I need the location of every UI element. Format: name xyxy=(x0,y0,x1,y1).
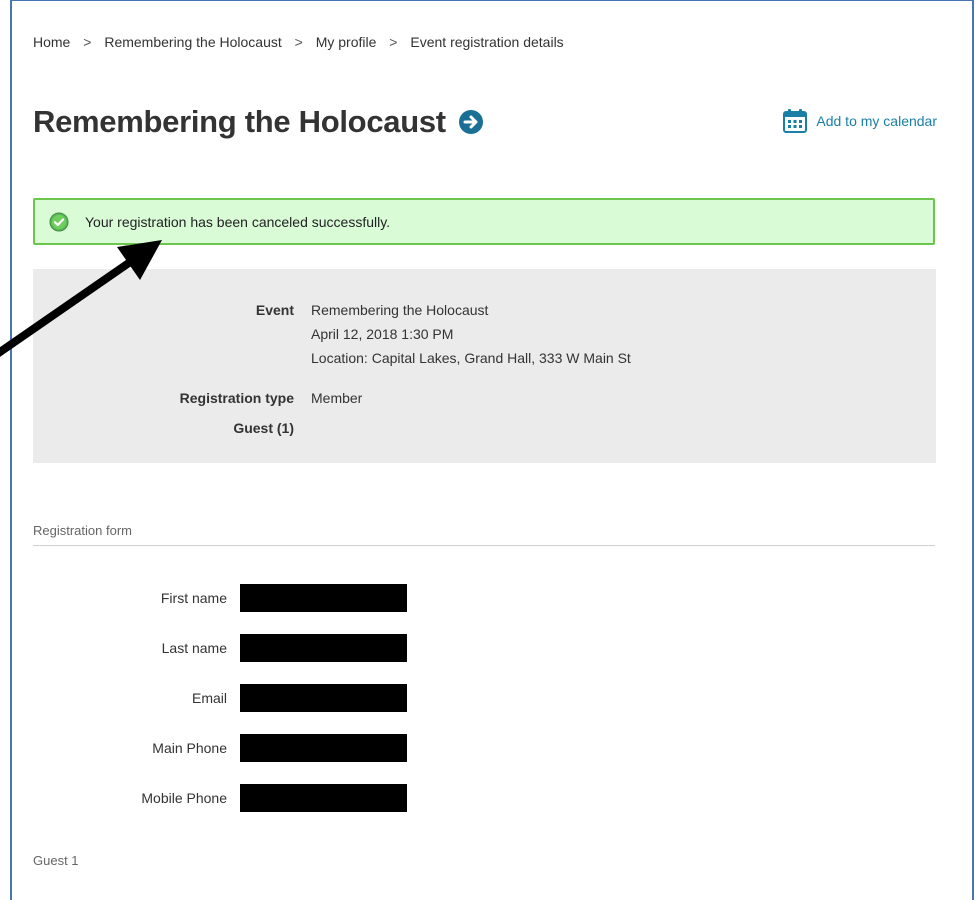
registration-form-heading: Registration form xyxy=(33,523,132,538)
breadcrumb-event[interactable]: Remembering the Holocaust xyxy=(104,34,281,50)
email-value-redacted xyxy=(240,684,407,712)
first-name-value-redacted xyxy=(240,584,407,612)
breadcrumb-separator: > xyxy=(294,34,303,50)
form-row-email: Email xyxy=(33,684,407,712)
form-row-last-name: Last name xyxy=(33,634,407,662)
registration-type-value: Member xyxy=(311,390,363,406)
event-name: Remembering the Holocaust xyxy=(311,302,489,318)
event-label: Event xyxy=(255,302,294,318)
success-message: Your registration has been canceled succ… xyxy=(85,213,391,230)
title-row: Remembering the Holocaust Add to my cale… xyxy=(33,104,937,148)
last-name-value-redacted xyxy=(240,634,407,662)
breadcrumb-current: Event registration details xyxy=(410,34,564,50)
breadcrumb: Home > Remembering the Holocaust > My pr… xyxy=(33,34,564,50)
add-to-calendar-label: Add to my calendar xyxy=(816,113,937,129)
last-name-label: Last name xyxy=(161,640,227,656)
guest-count-label: Guest (1) xyxy=(233,420,294,436)
check-circle-icon xyxy=(49,212,69,231)
first-name-label: First name xyxy=(160,590,227,606)
success-alert: Your registration has been canceled succ… xyxy=(33,198,935,245)
mobile-phone-value-redacted xyxy=(240,784,407,812)
event-row: Event Remembering the Holocaust April 12… xyxy=(33,298,631,370)
section-divider xyxy=(33,545,935,546)
mobile-phone-label: Mobile Phone xyxy=(141,790,227,806)
form-row-mobile-phone: Mobile Phone xyxy=(33,784,407,812)
event-details-panel: Event Remembering the Holocaust April 12… xyxy=(33,269,936,463)
form-row-main-phone: Main Phone xyxy=(33,734,407,762)
registration-type-row: Registration type Member xyxy=(33,386,363,410)
breadcrumb-separator: > xyxy=(389,34,398,50)
breadcrumb-separator: > xyxy=(83,34,92,50)
arrow-circle-right-icon[interactable] xyxy=(458,109,484,135)
event-location: Location: Capital Lakes, Grand Hall, 333… xyxy=(311,350,631,366)
calendar-icon xyxy=(783,109,808,133)
page-title: Remembering the Holocaust xyxy=(33,104,446,139)
registration-type-label: Registration type xyxy=(179,390,294,406)
form-row-first-name: First name xyxy=(33,584,407,612)
main-phone-label: Main Phone xyxy=(152,740,227,756)
guest-row: Guest (1) xyxy=(33,416,311,440)
email-label: Email xyxy=(191,690,227,706)
main-phone-value-redacted xyxy=(240,734,407,762)
breadcrumb-my-profile[interactable]: My profile xyxy=(316,34,377,50)
breadcrumb-home[interactable]: Home xyxy=(33,34,70,50)
event-datetime: April 12, 2018 1:30 PM xyxy=(311,326,454,342)
guest-section-heading: Guest 1 xyxy=(33,853,79,868)
add-to-calendar-link[interactable]: Add to my calendar xyxy=(782,108,937,134)
